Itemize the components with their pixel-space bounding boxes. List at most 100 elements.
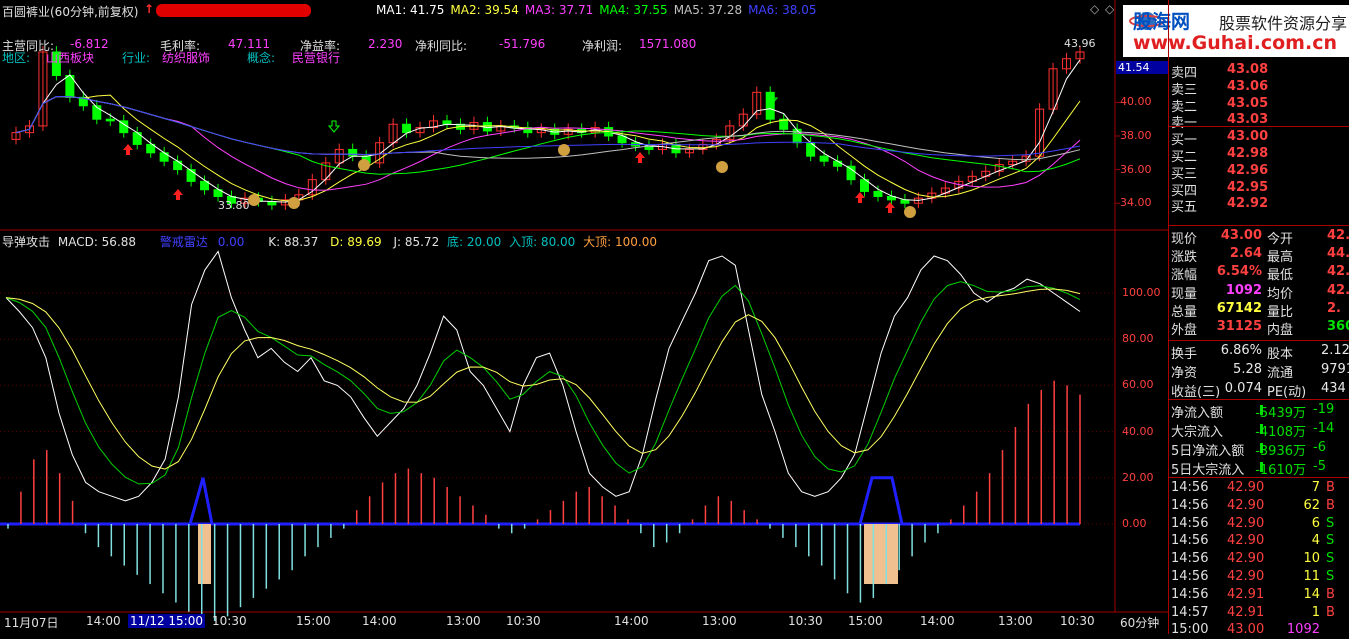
order-book-price: 42.98 xyxy=(1227,146,1269,161)
tick-time: 14:56 xyxy=(1171,480,1209,495)
candle-body xyxy=(105,118,115,122)
panel-divider xyxy=(1169,477,1349,478)
class-label: 概念: xyxy=(247,51,276,65)
tick-volume: 7 xyxy=(1311,480,1320,495)
time-axis-label: 14:00 xyxy=(86,614,121,628)
indicator-axis-label: 60.00 xyxy=(1122,378,1154,392)
ma-legend-item: MA6: 38.05 xyxy=(748,3,817,17)
fund-value: 2.230 xyxy=(368,37,403,51)
tick-side: B xyxy=(1326,480,1335,495)
time-axis-label: 15:00 xyxy=(848,614,883,628)
price-chart-canvas[interactable] xyxy=(0,0,1168,634)
money-bag-icon xyxy=(716,161,728,173)
indicator-panel xyxy=(0,250,1081,622)
stock-title[interactable]: 百圆裤业(60分钟,前复权) xyxy=(2,3,138,20)
bottom-zone-block xyxy=(864,524,898,584)
tick-time: 14:56 xyxy=(1171,586,1209,602)
order-book-row[interactable]: 卖四 43.08 xyxy=(1169,61,1349,81)
flow-row: 净流入额 -5439万 -19 xyxy=(1169,401,1349,421)
fund-value: -51.796 xyxy=(499,37,546,51)
alert-pulse xyxy=(188,477,214,525)
price-axis-label: 36.00 xyxy=(1120,162,1152,176)
ma-legend-item: MA1: 41.75 xyxy=(376,3,445,17)
d-value: D: 89.69 xyxy=(330,235,382,249)
chart-area[interactable]: 百圆裤业(60分钟,前复权) ↑ MA1: 41.75 MA2: 39.54 MA3… xyxy=(0,0,1169,634)
top-in-value: 入顶: 80.00 xyxy=(509,235,576,249)
order-book-row[interactable]: 买一 43.00 xyxy=(1169,128,1349,148)
tick-side: B xyxy=(1326,586,1335,602)
order-book-row[interactable]: 买三 42.96 xyxy=(1169,162,1349,182)
quote-label: 外盘 xyxy=(1171,323,1198,338)
quote-value: 44. xyxy=(1327,246,1349,262)
tick-side: S xyxy=(1326,569,1335,584)
order-book-row[interactable]: 卖二 43.05 xyxy=(1169,95,1349,115)
quote-label: 最高 xyxy=(1267,250,1294,266)
tick-price: 42.91 xyxy=(1227,586,1265,602)
order-book-row[interactable]: 买五 42.92 xyxy=(1169,195,1349,216)
ma-line xyxy=(15,95,1081,157)
quote-label: 最低 xyxy=(1267,268,1294,284)
price-axis-label: 40.00 xyxy=(1120,95,1152,109)
ma-legend-item: MA2: 39.54 xyxy=(450,3,519,17)
diamond-icon[interactable]: ◇ xyxy=(1105,2,1114,16)
panel-divider xyxy=(1169,399,1349,400)
tick-time: 14:57 xyxy=(1171,604,1209,620)
stats-label: 股本 xyxy=(1267,347,1294,362)
stats-label: 收益(三) xyxy=(1171,385,1221,400)
stats-label: PE(动) xyxy=(1267,385,1307,400)
quote-value: 2. xyxy=(1327,300,1341,316)
order-book-row[interactable]: 买四 42.95 xyxy=(1169,179,1349,199)
money-bag-icon xyxy=(248,194,260,206)
class-value: 山西板块 xyxy=(46,51,95,65)
price-axis-label: 38.00 xyxy=(1120,129,1152,142)
class-value: 纺织服饰 xyxy=(162,51,211,65)
quote-value: 42. xyxy=(1327,228,1349,243)
order-book-row[interactable]: 买二 42.98 xyxy=(1169,145,1349,165)
ma-legend-item: MA4: 37.55 xyxy=(599,3,668,17)
price-axis-label: 34.00 xyxy=(1120,196,1152,210)
indicator-name[interactable]: 导弹攻击 xyxy=(2,235,50,249)
quote-label: 涨幅 xyxy=(1171,268,1198,284)
quote-panel: 卖四 43.08 卖三 43.06 卖二 43.05 卖一 43.03 买一 43.00 买二 42.… xyxy=(1168,0,1349,638)
tick-price: 42.90 xyxy=(1227,515,1265,531)
quote-label: 内盘 xyxy=(1267,323,1294,338)
order-book-label: 买五 xyxy=(1171,200,1198,216)
fund-value: 1571.080 xyxy=(639,37,697,51)
tick-side: S xyxy=(1326,551,1335,567)
time-axis-label: 14:00 xyxy=(362,614,397,628)
ma-legend-item: MA3: 37.71 xyxy=(524,3,594,17)
tick-price: 42.90 xyxy=(1227,569,1265,584)
flow-label: 5日净流入额 xyxy=(1171,444,1245,459)
time-axis-label: 15:00 xyxy=(296,614,331,628)
class-label: 行业: xyxy=(122,51,151,65)
stats-value: 434 xyxy=(1321,381,1346,396)
tick-volume: 6 xyxy=(1311,515,1320,531)
indicator-axis-label: 40.00 xyxy=(1122,424,1154,438)
time-axis-label: 10:30 xyxy=(212,614,247,628)
stats-label: 净资 xyxy=(1171,366,1198,381)
alert-pulse xyxy=(858,476,904,525)
j-value: J: 85.72 xyxy=(393,235,440,249)
flow-value: -4108万 xyxy=(1255,425,1306,440)
candle-body xyxy=(173,160,183,171)
indicator-axis-label: 0.00 xyxy=(1122,517,1147,530)
flow-row: 大宗流入 -4108万 -14 xyxy=(1169,420,1349,440)
order-book-row[interactable]: 卖三 43.06 xyxy=(1169,78,1349,98)
flow-extra: -5 xyxy=(1313,459,1326,474)
money-bag-icon xyxy=(904,206,916,218)
alert-value: 0.00 xyxy=(217,235,245,249)
candle-body xyxy=(402,123,412,134)
diamond-icon[interactable]: ◇ xyxy=(1090,2,1099,16)
macd-value: MACD: 56.88 xyxy=(57,235,137,249)
flow-value: -1610万 xyxy=(1255,463,1306,478)
order-book-price: 42.95 xyxy=(1227,179,1269,195)
quote-label: 涨跌 xyxy=(1171,250,1198,266)
kdj-line xyxy=(5,288,1081,470)
tick-volume: 14 xyxy=(1303,586,1320,602)
time-axis-label: 11/12 15:00 xyxy=(128,614,205,628)
tick-volume: 1092 xyxy=(1286,622,1320,638)
quote-label: 量比 xyxy=(1267,304,1294,320)
tick-time: 14:56 xyxy=(1171,515,1209,531)
period-label[interactable]: 60分钟 xyxy=(1120,614,1159,631)
indicator-axis-label: 80.00 xyxy=(1122,332,1154,346)
